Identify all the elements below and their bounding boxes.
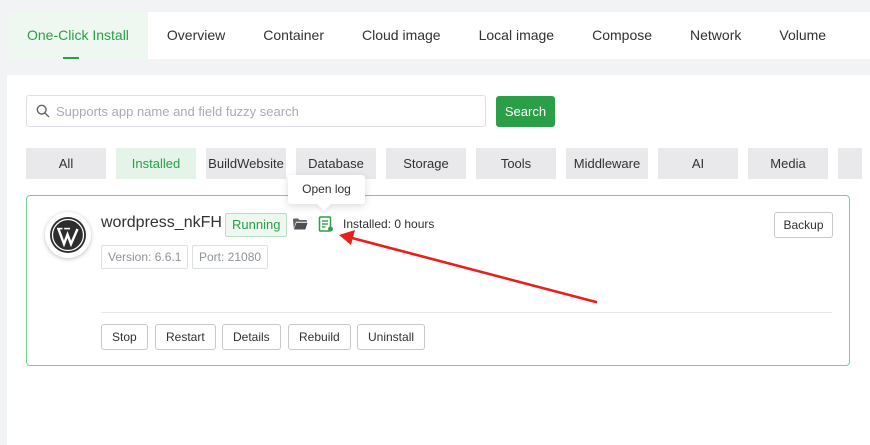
backup-button[interactable]: Backup bbox=[774, 212, 833, 238]
tab-volume[interactable]: Volume bbox=[760, 12, 845, 59]
filter-middleware[interactable]: Middleware bbox=[566, 148, 648, 179]
open-log-tooltip: Open log bbox=[288, 175, 365, 204]
folder-icon[interactable] bbox=[292, 217, 308, 231]
category-filters: All Installed BuildWebsite Database Stor… bbox=[26, 148, 862, 179]
filter-storage[interactable]: Storage bbox=[386, 148, 466, 179]
restart-button[interactable]: Restart bbox=[155, 324, 216, 350]
filter-installed[interactable]: Installed bbox=[116, 148, 196, 179]
wordpress-logo-icon bbox=[45, 212, 91, 258]
search-box[interactable] bbox=[26, 95, 486, 127]
tab-compose[interactable]: Compose bbox=[573, 12, 671, 59]
tab-overview[interactable]: Overview bbox=[148, 12, 244, 59]
stop-button[interactable]: Stop bbox=[101, 324, 148, 350]
tab-local-image[interactable]: Local image bbox=[460, 12, 574, 59]
filter-ai[interactable]: AI bbox=[658, 148, 738, 179]
tab-container[interactable]: Container bbox=[244, 12, 343, 59]
tab-one-click-install[interactable]: One-Click Install bbox=[8, 12, 148, 59]
status-badge: Running bbox=[225, 213, 288, 237]
details-button[interactable]: Details bbox=[222, 324, 281, 350]
search-input[interactable] bbox=[56, 103, 476, 119]
version-tag: Version: 6.6.1 bbox=[101, 245, 189, 269]
top-tab-bar: One-Click Install Overview Container Clo… bbox=[8, 12, 870, 59]
tab-cloud-image[interactable]: Cloud image bbox=[343, 12, 460, 59]
open-log-icon[interactable] bbox=[318, 216, 334, 233]
tab-network[interactable]: Network bbox=[671, 12, 760, 59]
filter-more[interactable] bbox=[838, 148, 862, 179]
filter-media[interactable]: Media bbox=[748, 148, 828, 179]
app-name: wordpress_nkFH bbox=[101, 214, 222, 231]
port-tag: Port: 21080 bbox=[192, 245, 269, 269]
search-button[interactable]: Search bbox=[496, 96, 555, 127]
filter-all[interactable]: All bbox=[26, 148, 106, 179]
search-icon bbox=[36, 104, 50, 118]
card-divider bbox=[101, 312, 832, 313]
uninstall-button[interactable]: Uninstall bbox=[357, 324, 426, 350]
filter-buildwebsite[interactable]: BuildWebsite bbox=[206, 148, 286, 179]
installed-time: Installed: 0 hours bbox=[343, 217, 435, 231]
filter-tools[interactable]: Tools bbox=[476, 148, 556, 179]
wordpress-logo-glyph-icon bbox=[50, 217, 86, 253]
rebuild-button[interactable]: Rebuild bbox=[288, 324, 351, 350]
